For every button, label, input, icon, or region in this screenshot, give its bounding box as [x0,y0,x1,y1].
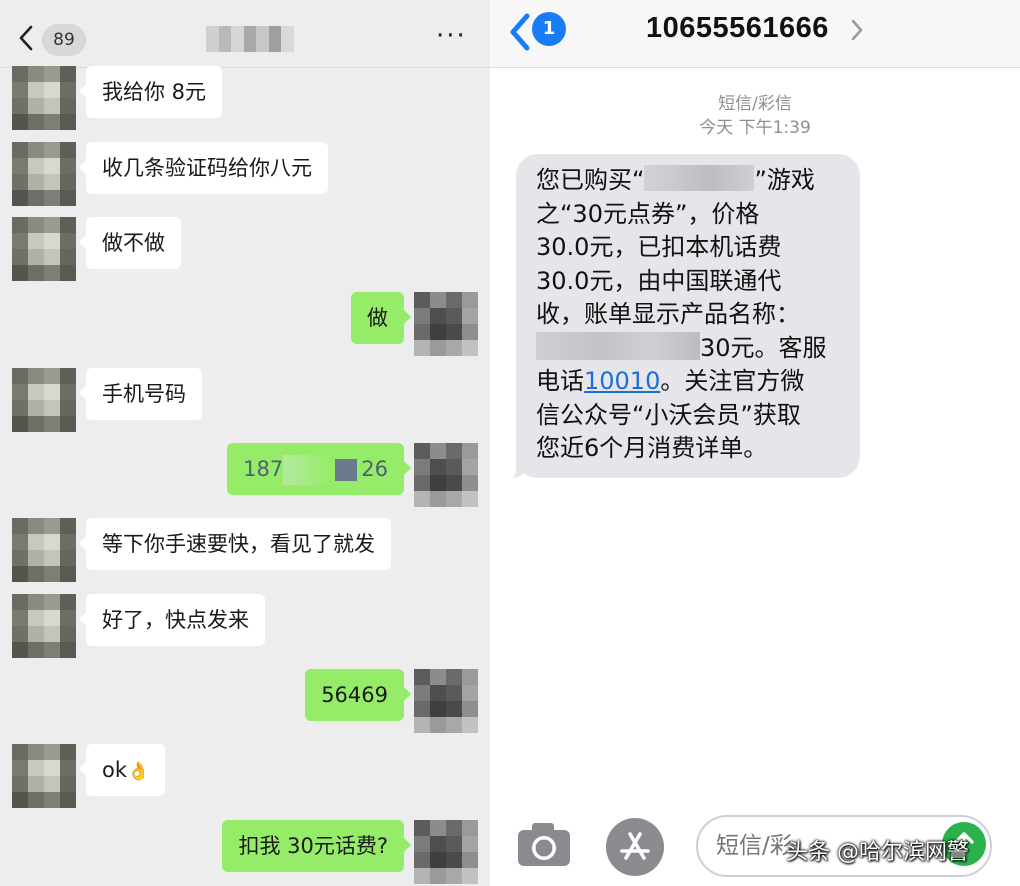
more-options-button[interactable]: ··· [436,23,468,49]
product-name-redaction [536,331,700,360]
chevron-left-icon [510,13,530,51]
sms-text: 收，账单显示产品名称： [536,300,800,328]
unread-count-badge[interactable]: 1 [532,12,566,46]
game-name-redaction [644,165,755,191]
chat-message: 我给你 8元 [12,66,232,130]
unread-count-badge[interactable]: 89 [42,24,86,56]
watermark: 头条 @哈尔滨网警 [786,840,969,865]
more-icon: ··· [436,21,467,51]
avatar[interactable] [12,594,76,658]
chat-header: 89 ··· [0,0,490,68]
chat-message: 扣我 30元话费? [212,820,478,884]
avatar[interactable] [12,142,76,206]
avatar[interactable] [414,820,478,884]
message-bubble[interactable]: 做不做 [79,217,181,269]
message-bubble[interactable]: 我给你 8元 [78,66,223,118]
chat-message: 手机号码 [12,368,212,432]
message-text: ok [102,758,128,782]
message-bubble[interactable]: 收几条验证码给你八元 [79,142,328,194]
sender-number[interactable]: 10655561666 [646,12,829,45]
avatar[interactable] [12,744,76,808]
sms-text: 30.0元，已扣本机话费 [536,233,782,261]
back-button[interactable] [508,12,532,52]
camera-button[interactable] [516,820,572,868]
app-store-icon [620,832,650,860]
chat-screen: 89 ··· 我给你 8元 收几条验证码给你八元 做不做 做 手机号码 187 … [0,0,490,886]
sms-message-bubble[interactable]: 您已购买“ ”游戏 之“30元点券”，价格 30.0元，已扣本机话费 30.0元，… [502,154,860,479]
sms-text: 您已购买“ [536,166,645,194]
sms-text: 您近6个月消费详单。 [536,434,768,462]
message-type-label: 短信/彩信 [718,94,792,114]
app-store-button[interactable] [606,818,664,876]
chevron-right-icon[interactable] [850,18,864,42]
chevron-left-icon [19,25,33,51]
phone-link[interactable]: 10010 [584,367,660,395]
message-bubble[interactable]: 等下你手速要快，看见了就发 [79,518,391,570]
phone-number-redaction [283,455,332,485]
contact-name-pixelated [206,26,295,52]
sms-text: 。关注官方微 [660,367,805,395]
avatar[interactable] [12,217,76,281]
avatar[interactable] [414,443,478,507]
chat-message: 收几条验证码给你八元 [12,142,338,206]
chat-message: 好了，快点发来 [12,594,275,658]
back-button[interactable] [18,24,38,54]
sms-text: 之“30元点券”，价格 [536,199,760,228]
chat-message: 56469 [295,669,478,733]
message-bubble[interactable]: 扣我 30元话费? [222,820,411,872]
ok-hand-emoji: 👌 [127,761,150,782]
camera-icon [518,823,570,866]
chat-message: 做 [341,292,478,356]
sms-text: 电话 [536,367,584,395]
chat-message: 等下你手速要快，看见了就发 [12,518,401,582]
chat-message: 187 26 [217,443,478,507]
avatar[interactable] [414,669,478,733]
avatar[interactable] [12,518,76,582]
message-bubble[interactable]: 好了，快点发来 [79,594,265,646]
message-bubble[interactable]: 做 [351,292,411,344]
sms-header: 1 10655561666 [490,0,1020,68]
message-bubble[interactable]: ok👌 [78,744,166,796]
phone-number-start: 187 [243,457,284,481]
sms-text: 30元。客服 [700,333,827,362]
message-bubble[interactable]: 56469 [305,669,411,721]
phone-number-redaction [335,459,358,481]
message-bubble[interactable]: 手机号码 [79,368,202,420]
sms-text: ”游戏 [754,166,815,194]
phone-number-end: 26 [361,457,388,481]
phone-number-bubble[interactable]: 187 26 [227,443,411,495]
sms-text: 信公众号“小沃会员”获取 [536,400,801,429]
avatar[interactable] [12,66,76,130]
sms-text: 30.0元，由中国联通代 [536,266,782,295]
avatar[interactable] [12,368,76,432]
avatar[interactable] [414,292,478,356]
chat-message: ok👌 [12,744,175,808]
sms-screen: 1 10655561666 短信/彩信 今天 下午1:39 您已购买“ ”游戏 之… [490,0,1020,886]
chat-message: 做不做 [12,217,191,281]
message-timestamp: 今天 下午1:39 [699,118,811,138]
